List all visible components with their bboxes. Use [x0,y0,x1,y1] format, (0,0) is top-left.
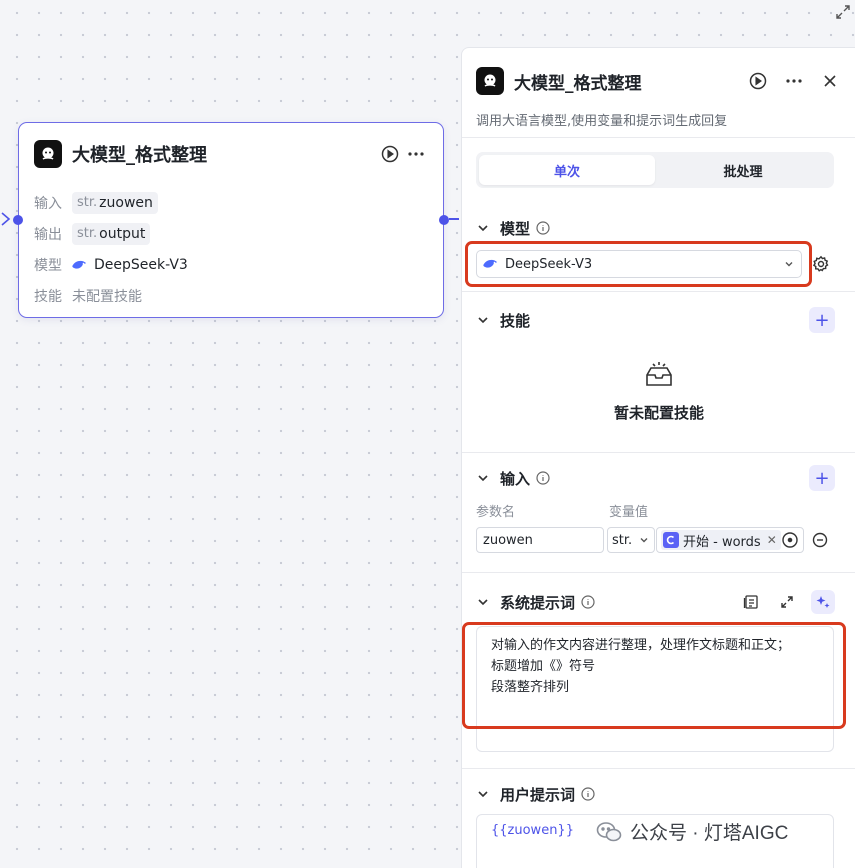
param-name-header: 参数名 [476,505,516,520]
user-prompt-header[interactable]: 用户提示词 [476,782,835,806]
empty-box-icon [646,362,672,386]
prompt-line: 标题增加《》符号 [491,659,596,674]
type-value: str. [612,532,633,548]
panel-logo-icon [476,67,504,95]
more-options-icon[interactable] [403,141,429,167]
node-header: 大模型_格式整理 [34,139,429,169]
add-skill-button[interactable]: + [809,307,835,333]
node-logo-icon [34,140,62,168]
model-label: 模型 [34,257,62,274]
empty-skill-state: 暂未配置技能 [462,358,855,423]
model-section-title: 模型 [500,219,531,238]
prompt-line: 段落整齐排列 [491,680,570,695]
system-prompt-title: 系统提示词 [500,593,576,612]
empty-skill-text: 暂未配置技能 [613,404,704,422]
input-port[interactable] [13,215,23,225]
chevron-down-icon[interactable] [476,313,490,327]
tab-batch[interactable]: 批处理 [655,155,831,185]
node-title: 大模型_格式整理 [72,145,207,166]
input-section-header[interactable]: 输入 + [476,465,835,491]
start-node-icon [663,532,679,548]
wechat-icon [596,821,622,841]
skill-section-header[interactable]: 技能 + [476,307,835,333]
param-name-input[interactable]: zuowen [476,527,604,553]
type-label: str. [77,195,98,210]
output-port[interactable] [439,215,449,225]
model-section-header[interactable]: 模型 [476,216,835,240]
remove-input-icon[interactable] [812,532,828,548]
output-tag: str. output [72,222,151,245]
info-icon[interactable] [536,221,550,235]
node-input-row: 输入 str. zuowen [34,187,429,218]
divider [462,768,855,769]
model-select[interactable]: DeepSeek-V3 [476,250,802,278]
ai-optimize-icon[interactable] [811,590,835,614]
var-value-header: 变量值 [609,505,649,520]
chevron-down-icon[interactable] [476,787,490,801]
skill-value: 未配置技能 [72,288,142,305]
template-library-icon[interactable] [739,590,763,614]
add-input-button[interactable]: + [809,465,835,491]
type-select[interactable]: str. [607,527,655,553]
more-options-icon[interactable] [781,68,807,94]
watermark: 公众号 · 灯塔AIGC [596,818,788,845]
remove-ref-icon[interactable]: ✕ [767,533,777,547]
skill-label: 技能 [34,288,62,305]
skill-section-title: 技能 [500,311,531,330]
info-icon[interactable] [581,787,595,801]
type-label: str. [77,226,98,241]
divider [462,137,855,138]
chevron-down-icon[interactable] [476,595,490,609]
node-output-row: 输出 str. output [34,218,429,249]
selected-model: DeepSeek-V3 [505,256,593,272]
input-label: 输入 [34,195,62,212]
outgoing-edge [449,218,459,220]
close-icon[interactable] [817,68,843,94]
info-icon[interactable] [581,595,595,609]
chevron-down-icon [785,262,793,267]
user-prompt-value: {{zuowen}} [491,823,574,838]
node-skill-row: 技能 未配置技能 [34,280,429,311]
deepseek-whale-icon [72,260,86,269]
input-section-title: 输入 [500,469,531,488]
run-mode-tabs: 单次 批处理 [476,152,834,188]
target-icon[interactable] [781,531,799,549]
variable-ref-chip[interactable]: 开始 - words ✕ [661,530,781,550]
panel-description: 调用大语言模型,使用变量和提示词生成回复 [476,114,728,129]
chevron-down-icon [640,538,648,543]
prompt-line: 对输入的作文内容进行整理，处理作文标题和正文； [491,638,791,653]
chevron-down-icon[interactable] [476,471,490,485]
gear-icon[interactable] [812,255,830,273]
input-tag: str. zuowen [72,191,158,214]
tab-single[interactable]: 单次 [479,155,655,185]
run-node-icon[interactable] [377,141,403,167]
chevron-down-icon[interactable] [476,221,490,235]
output-label: 输出 [34,226,62,243]
divider [462,291,855,292]
user-prompt-title: 用户提示词 [500,785,576,804]
deepseek-whale-icon [483,259,497,268]
node-model-row: 模型 DeepSeek-V3 [34,249,429,280]
fullscreen-icon[interactable] [835,4,851,20]
info-icon[interactable] [536,471,550,485]
run-icon[interactable] [745,68,771,94]
input-var-name: zuowen [99,194,153,211]
output-var-name: output [99,225,146,242]
node-config-panel: 大模型_格式整理 调用大语言模型,使用变量和提示词生成回复 单次 批处理 模型 … [461,47,855,868]
variable-reference-input[interactable]: 开始 - words ✕ [656,527,804,553]
model-name: DeepSeek-V3 [94,256,188,273]
divider [462,572,855,573]
ref-text: 开始 - words [683,534,761,550]
panel-title: 大模型_格式整理 [514,73,642,94]
panel-header: 大模型_格式整理 [476,66,843,96]
watermark-text: 公众号 · 灯塔AIGC [630,823,789,844]
llm-node-card[interactable]: 大模型_格式整理 输入 str. zuowen 输出 str. output 模型 … [13,122,449,318]
incoming-arrow-icon [0,211,12,227]
expand-icon[interactable] [775,590,799,614]
system-prompt-editor[interactable]: 对输入的作文内容进行整理，处理作文标题和正文； 标题增加《》符号 段落整齐排列 [476,626,834,752]
system-prompt-header[interactable]: 系统提示词 [476,590,835,614]
divider [462,452,855,453]
